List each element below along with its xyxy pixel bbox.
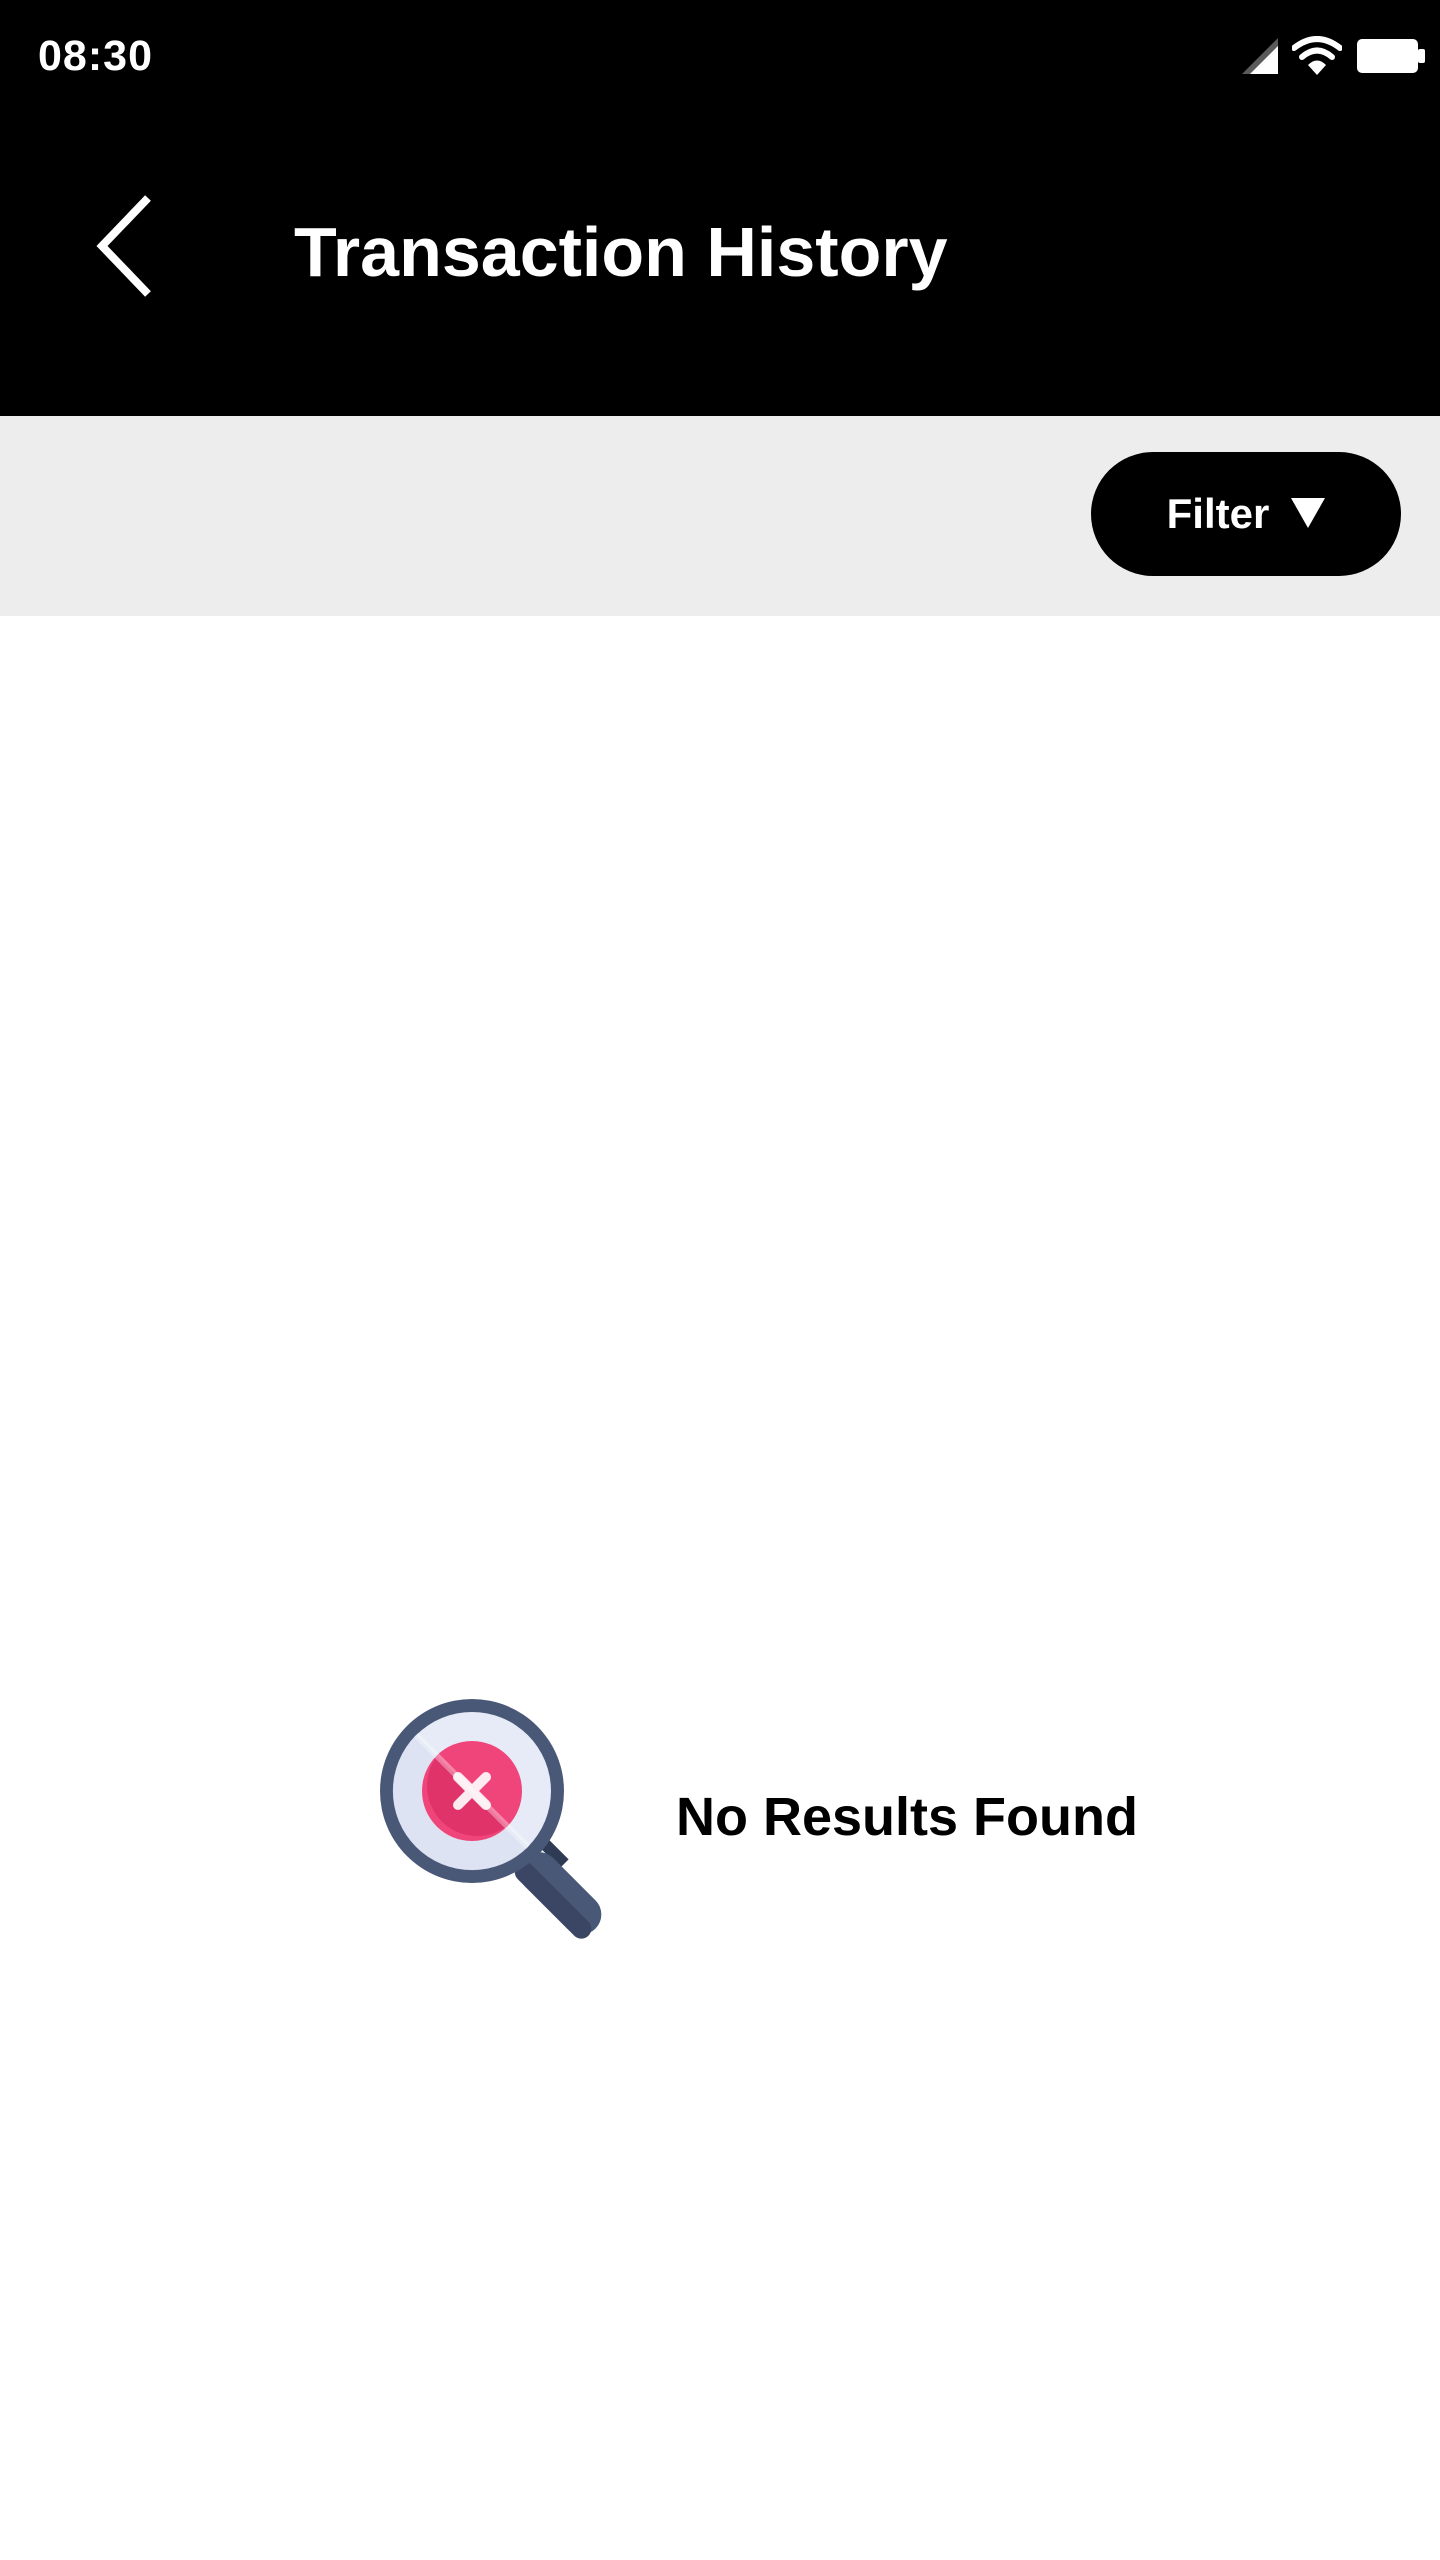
page-title: Transaction History	[294, 213, 948, 291]
app-bar: Transaction History	[0, 112, 1440, 416]
search-no-results-icon	[376, 1695, 626, 1945]
empty-state: No Results Found	[376, 1695, 1176, 1945]
filter-label: Filter	[1166, 490, 1270, 537]
back-button[interactable]	[80, 184, 180, 304]
filter-button[interactable]: Filter	[1091, 452, 1401, 576]
filter-bar: Filter	[0, 416, 1440, 616]
wifi-icon	[1291, 35, 1343, 81]
signal-icon	[1242, 37, 1278, 79]
battery-icon	[1356, 38, 1426, 79]
chevron-left-icon	[80, 195, 180, 308]
empty-state-message: No Results Found	[676, 1787, 1138, 1847]
status-bar: 08:30	[0, 0, 1440, 112]
status-time: 08:30	[38, 32, 153, 80]
status-icons	[1242, 35, 1426, 81]
caret-down-icon	[1291, 497, 1326, 531]
